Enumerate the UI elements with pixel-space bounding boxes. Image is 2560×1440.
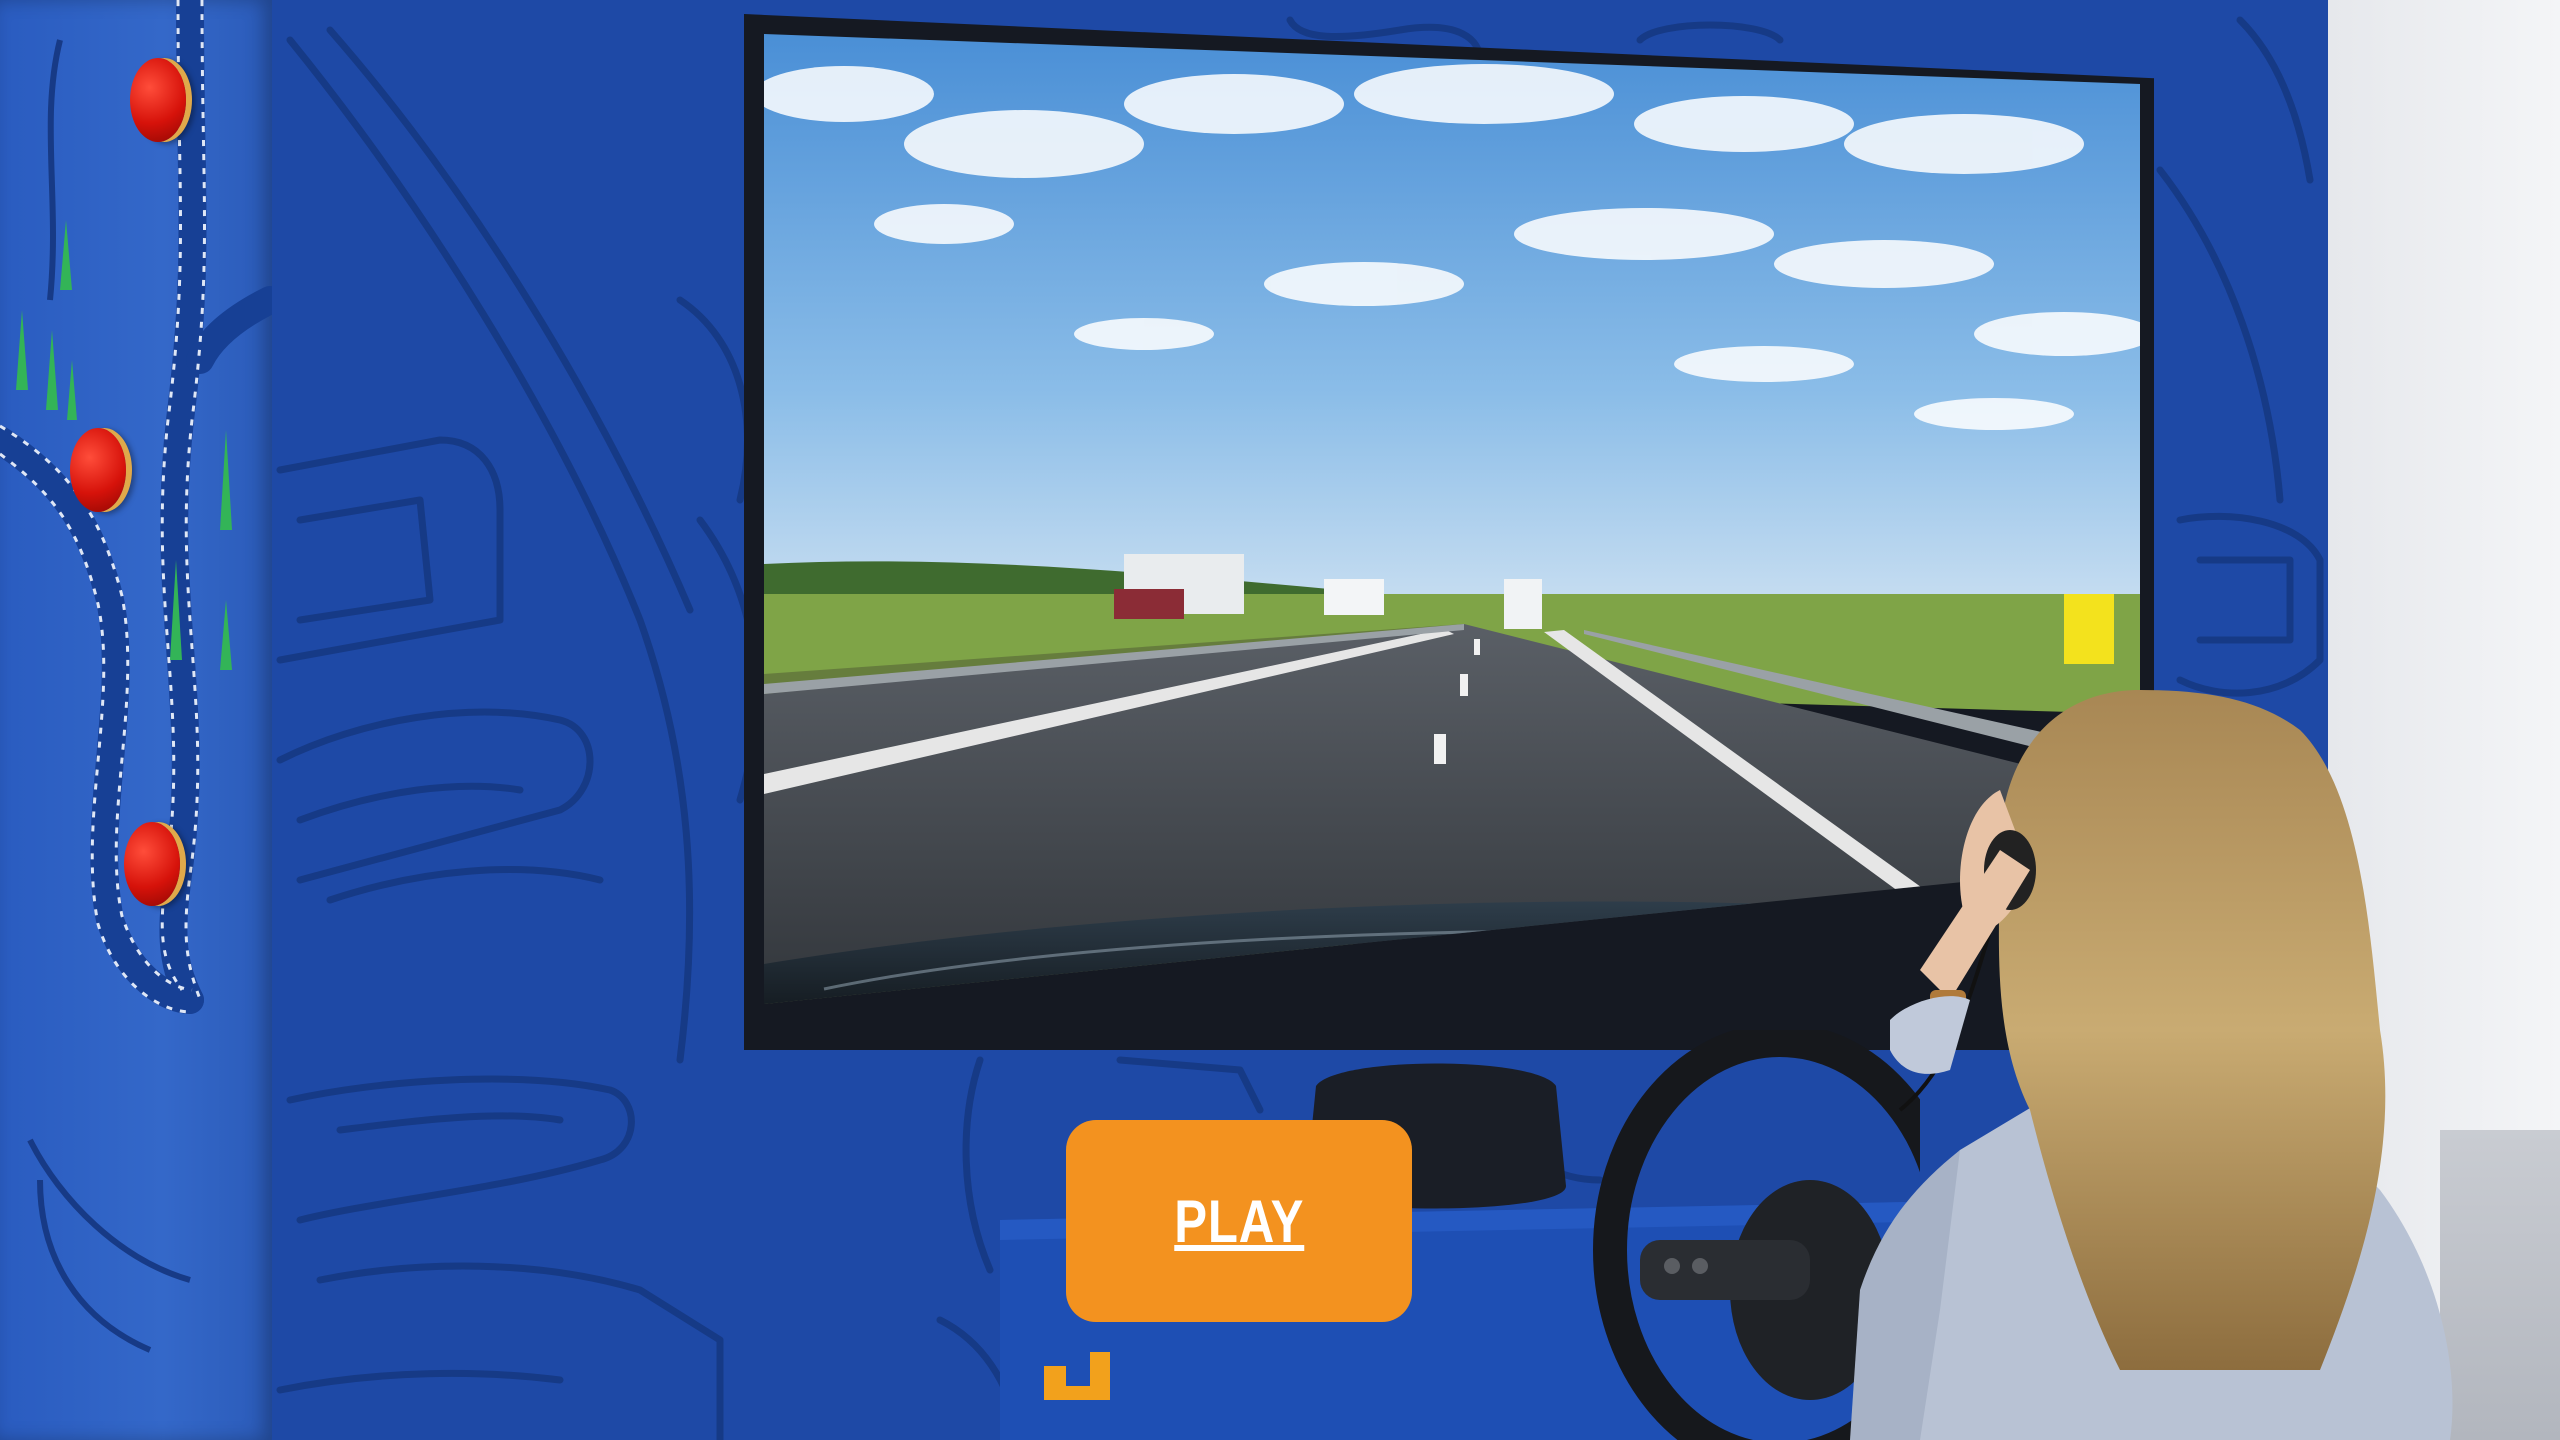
track-game-panel: [0, 0, 284, 1440]
red-knob-bottom[interactable]: [124, 822, 180, 906]
play-button[interactable]: PLAY: [1066, 1120, 1412, 1322]
exhibit-scene: PLAY: [0, 0, 2560, 1440]
red-knob-top[interactable]: [130, 58, 186, 142]
play-button-label: PLAY: [1174, 1187, 1304, 1255]
track-route-graphic: [0, 0, 284, 1353]
visitor-figure: [1850, 690, 2453, 1440]
red-knob-middle[interactable]: [70, 428, 126, 512]
cable-hook-icon: [1044, 1352, 1110, 1400]
